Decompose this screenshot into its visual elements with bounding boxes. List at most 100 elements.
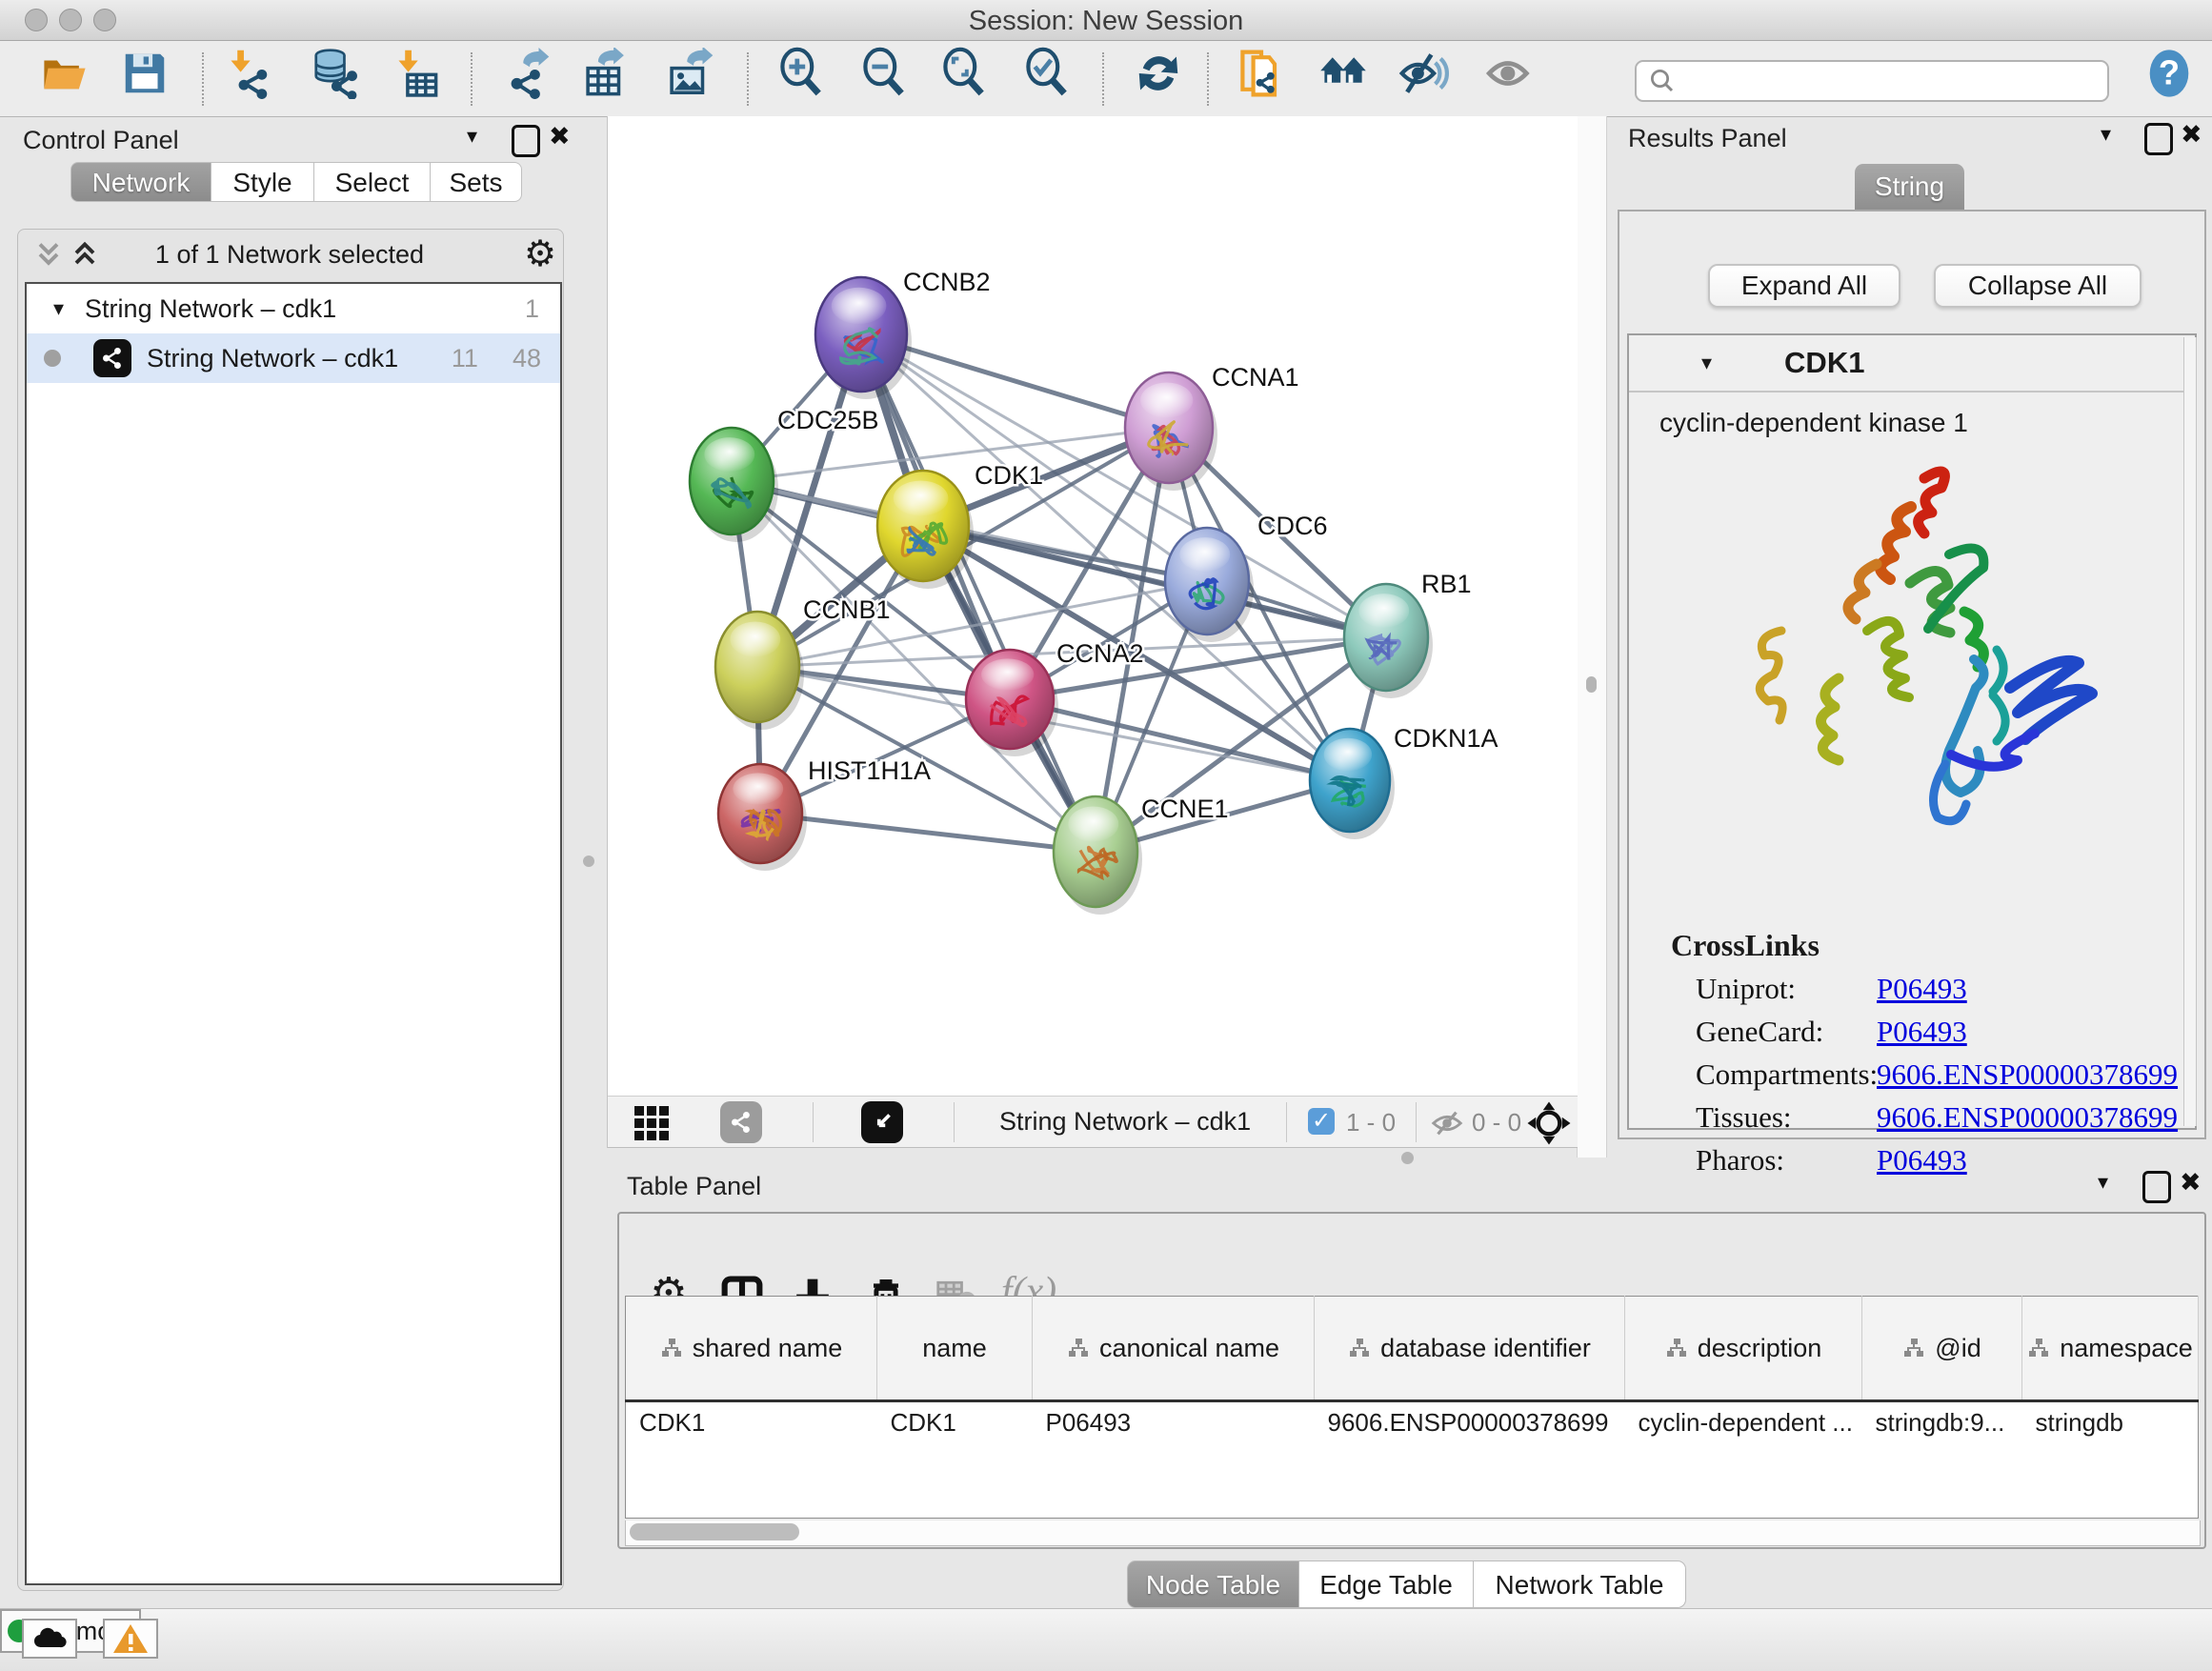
crosslink-label: Tissues:: [1696, 1100, 1792, 1135]
table-panel-float-icon[interactable]: [2142, 1171, 2171, 1203]
right-splitter[interactable]: [1577, 116, 1607, 1158]
collection-count: 1: [525, 294, 539, 324]
network-node-hist1h1a[interactable]: [718, 764, 807, 871]
hide-selected-icon[interactable]: [1397, 47, 1450, 100]
crosslink-compartments-link[interactable]: 9606.ENSP00000378699: [1877, 1057, 2178, 1092]
grid-mode-icon[interactable]: [634, 1106, 669, 1140]
export-image-icon[interactable]: [664, 48, 715, 99]
open-session-icon[interactable]: [39, 48, 90, 99]
tab-network-table[interactable]: Network Table: [1474, 1560, 1686, 1608]
string-view-icon[interactable]: [720, 1101, 762, 1143]
toolbar-separator: [1102, 52, 1104, 106]
cell-name[interactable]: CDK1: [877, 1401, 1033, 1519]
network-node-ccnb1[interactable]: [715, 612, 804, 730]
cell-canonical-name[interactable]: P06493: [1033, 1401, 1315, 1519]
cell-id[interactable]: stringdb:9...: [1862, 1401, 2022, 1519]
network-node-cdkn1a[interactable]: [1310, 729, 1395, 839]
refresh-view-icon[interactable]: [1133, 48, 1184, 99]
column-header-id[interactable]: @id: [1862, 1297, 2022, 1401]
right-splitter-handle[interactable]: [1586, 676, 1597, 693]
collection-expand-icon[interactable]: ▾: [53, 296, 64, 321]
cell-description[interactable]: cyclin-dependent ...: [1625, 1401, 1862, 1519]
table-panel-collapse-icon[interactable]: ▾: [2098, 1170, 2108, 1195]
first-neighbors-icon[interactable]: [1317, 47, 1370, 100]
network-canvas[interactable]: CCNB2CCNA1CDC25BCDK1CDC6RB1CCNB1CCNA2CDK…: [608, 116, 1578, 1096]
selected-checkbox-icon[interactable]: ✓: [1308, 1108, 1335, 1135]
table-horizontal-scrollbar[interactable]: [625, 1520, 2201, 1546]
control-panel-collapse-icon[interactable]: ▾: [467, 124, 477, 149]
cloud-status-button[interactable]: [22, 1619, 77, 1659]
table-header-row[interactable]: shared name name canonical name database…: [626, 1297, 2199, 1401]
cell-database-identifier[interactable]: 9606.ENSP00000378699: [1315, 1401, 1625, 1519]
import-network-database-icon[interactable]: [310, 48, 361, 99]
results-panel-collapse-icon[interactable]: ▾: [2101, 122, 2111, 147]
protein-card-header[interactable]: ▾ CDK1: [1629, 335, 2195, 393]
network-options-gear-icon[interactable]: ⚙: [524, 232, 556, 275]
results-panel-close-icon[interactable]: ✖: [2181, 120, 2202, 150]
fit-content-crosshair-icon[interactable]: [1525, 1099, 1573, 1147]
help-icon[interactable]: ?: [2142, 46, 2197, 101]
tab-style[interactable]: Style: [211, 162, 314, 202]
cell-namespace[interactable]: stringdb: [2022, 1401, 2199, 1519]
column-header-canonical-name[interactable]: canonical name: [1033, 1297, 1315, 1401]
warning-icon: [111, 1622, 150, 1655]
search-field[interactable]: [1635, 60, 2109, 102]
main-toolbar: ?: [0, 41, 2212, 117]
import-table-file-icon[interactable]: [390, 48, 441, 99]
warning-status-button[interactable]: [103, 1619, 158, 1659]
crosslink-tissues-link[interactable]: 9606.ENSP00000378699: [1877, 1100, 2178, 1135]
tab-string[interactable]: String: [1855, 164, 1964, 210]
tab-edge-table[interactable]: Edge Table: [1299, 1560, 1474, 1608]
column-header-database-identifier[interactable]: database identifier: [1315, 1297, 1625, 1401]
scrollbar-thumb[interactable]: [630, 1523, 799, 1540]
zoom-fit-icon[interactable]: [937, 47, 991, 100]
network-node-ccna2[interactable]: [966, 650, 1058, 756]
save-session-icon[interactable]: [119, 48, 171, 99]
import-network-file-icon[interactable]: [222, 48, 273, 99]
column-header-shared-name[interactable]: shared name: [626, 1297, 877, 1401]
export-table-icon[interactable]: [580, 48, 632, 99]
column-header-name[interactable]: name: [877, 1297, 1033, 1401]
protein-card-collapse-icon[interactable]: ▾: [1701, 351, 1712, 375]
show-all-icon[interactable]: [1485, 47, 1538, 100]
results-scrollbar[interactable]: [2183, 337, 2197, 1126]
clone-network-icon[interactable]: [1235, 47, 1288, 100]
crosslink-genecard-link[interactable]: P06493: [1877, 1015, 1967, 1049]
network-collection-row[interactable]: ▾ String Network – cdk1 1: [27, 284, 560, 333]
tab-sets[interactable]: Sets: [431, 162, 522, 202]
network-view-title: String Network – cdk1: [999, 1107, 1251, 1137]
network-node-ccnb2[interactable]: [815, 277, 912, 399]
network-row[interactable]: String Network – cdk1 11 48: [27, 333, 560, 383]
tab-network[interactable]: Network: [70, 162, 211, 202]
cell-shared-name[interactable]: CDK1: [626, 1401, 877, 1519]
bottom-splitter-handle[interactable]: [1401, 1152, 1414, 1164]
control-panel-float-icon[interactable]: [512, 125, 540, 157]
collapse-all-button[interactable]: Collapse All: [1934, 264, 2142, 308]
control-panel-close-icon[interactable]: ✖: [549, 122, 571, 151]
network-node-ccna1[interactable]: [1125, 372, 1217, 491]
zoom-in-icon[interactable]: [774, 47, 828, 100]
hidden-eye-icon[interactable]: [1429, 1105, 1465, 1141]
zoom-selected-icon[interactable]: [1020, 47, 1074, 100]
network-node-ccne1[interactable]: [1054, 796, 1142, 915]
crosslink-uniprot-link[interactable]: P06493: [1877, 972, 1967, 1006]
export-network-icon[interactable]: [500, 48, 552, 99]
search-input[interactable]: [1677, 66, 2090, 97]
expand-all-button[interactable]: Expand All: [1708, 264, 1900, 308]
network-node-rb1[interactable]: [1344, 584, 1433, 698]
birdseye-view-icon[interactable]: [861, 1101, 903, 1143]
tab-node-table[interactable]: Node Table: [1127, 1560, 1299, 1608]
node-attribute-table[interactable]: shared name name canonical name database…: [625, 1296, 2199, 1519]
results-panel-float-icon[interactable]: [2144, 123, 2173, 155]
tab-select[interactable]: Select: [314, 162, 431, 202]
zoom-out-icon[interactable]: [857, 47, 911, 100]
crosslink-label: Uniprot:: [1696, 972, 1796, 1006]
table-row[interactable]: CDK1 CDK1 P06493 9606.ENSP00000378699 cy…: [626, 1401, 2199, 1519]
table-panel-close-icon[interactable]: ✖: [2180, 1168, 2202, 1198]
hidden-counts: 0 - 0: [1472, 1108, 1521, 1137]
network-node-cdk1[interactable]: [877, 471, 974, 589]
column-header-description[interactable]: description: [1625, 1297, 1862, 1401]
left-splitter-handle[interactable]: [583, 856, 594, 867]
column-header-namespace[interactable]: namespace: [2022, 1297, 2199, 1401]
network-edge[interactable]: [760, 814, 1096, 852]
